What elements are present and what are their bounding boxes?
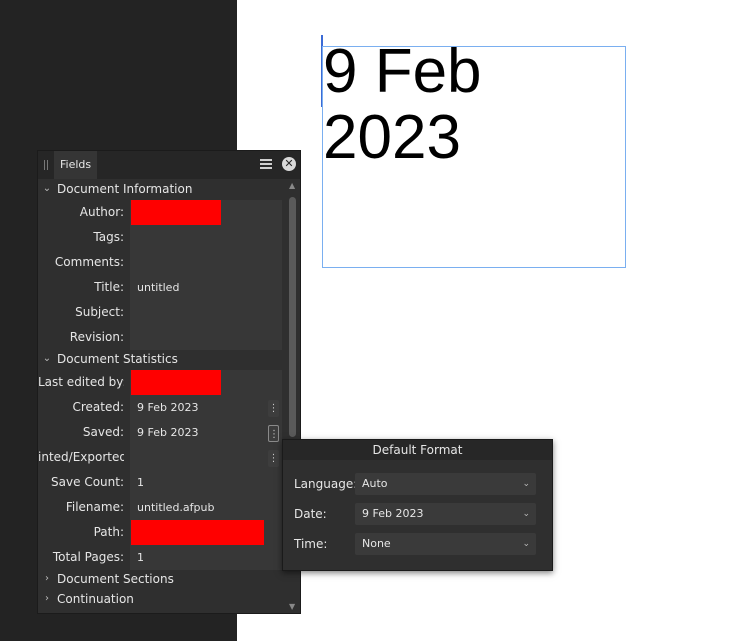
field-row-subject: Subject: — [38, 300, 284, 325]
printed-format-kebab-icon[interactable]: ⋮ — [268, 450, 279, 467]
language-select[interactable]: Auto ⌄ — [355, 473, 536, 495]
select-value: None — [362, 537, 391, 550]
select-value: Auto — [362, 477, 388, 490]
chevron-down-icon: ⌄ — [522, 509, 530, 519]
redaction-block — [131, 520, 264, 546]
select-value: 9 Feb 2023 — [362, 507, 424, 520]
section-title: Document Information — [57, 182, 193, 196]
field-row-comments: Comments: — [38, 250, 284, 275]
field-label: Saved: — [82, 425, 124, 439]
fields-panel: Fields ✕ ⌄ Document Information Author: … — [37, 150, 301, 614]
field-row-created: Created: 9 Feb 2023 ⋮ — [38, 395, 284, 420]
field-row-last-edited-by: Last edited by: — [38, 370, 284, 396]
field-row-tags: Tags: — [38, 225, 284, 250]
tags-field[interactable] — [130, 225, 282, 250]
scroll-down-icon[interactable]: ▼ — [289, 602, 295, 611]
section-document-information[interactable]: ⌄ Document Information — [38, 179, 286, 199]
field-row-title: Title: untitled — [38, 275, 284, 300]
total-pages-field[interactable]: 1 — [130, 545, 282, 570]
format-label: Time: — [294, 537, 328, 551]
default-format-popup: Default Format Language: Auto ⌄ Date: 9 … — [282, 439, 553, 571]
format-row-language: Language: Auto ⌄ — [283, 473, 552, 495]
saved-field[interactable]: 9 Feb 2023 — [130, 420, 282, 445]
popup-title: Default Format — [283, 440, 552, 460]
field-label: Save Count: — [51, 475, 124, 489]
field-row-total-pages: Total Pages: 1 — [38, 545, 284, 570]
field-row-author: Author: — [38, 200, 284, 226]
panel-header: Fields ✕ — [38, 151, 300, 179]
field-label: Filename: — [65, 500, 124, 514]
field-label: Last edited by: — [38, 375, 124, 389]
field-label: Author: — [79, 205, 124, 219]
chevron-down-icon: ⌄ — [522, 479, 530, 489]
printed-exported-field[interactable] — [130, 445, 282, 470]
text-frame-content[interactable]: 9 Feb 2023 — [323, 39, 482, 171]
field-label: Revision: — [69, 330, 124, 344]
field-row-saved: Saved: 9 Feb 2023 ⋮ — [38, 420, 284, 445]
scrollbar-thumb[interactable] — [289, 197, 296, 437]
section-document-sections[interactable]: › Document Sections — [38, 569, 286, 589]
field-label: Comments: — [54, 255, 124, 269]
saved-format-kebab-icon[interactable]: ⋮ — [268, 425, 279, 442]
title-field[interactable]: untitled — [130, 275, 282, 300]
created-field[interactable]: 9 Feb 2023 — [130, 395, 282, 420]
section-title: Document Sections — [57, 572, 174, 586]
section-title: Document Statistics — [57, 352, 178, 366]
drag-handle-icon[interactable] — [44, 159, 50, 171]
redaction-block — [131, 370, 221, 396]
field-label: inted/Exported: — [38, 450, 124, 464]
tab-fields[interactable]: Fields — [54, 151, 98, 179]
field-row-save-count: Save Count: 1 — [38, 470, 284, 495]
field-label: Path: — [93, 525, 124, 539]
save-count-field[interactable]: 1 — [130, 470, 282, 495]
filename-field[interactable]: untitled.afpub — [130, 495, 282, 520]
section-continuation[interactable]: › Continuation — [38, 589, 286, 609]
revision-field[interactable] — [130, 325, 282, 350]
chevron-down-icon: ⌄ — [42, 183, 52, 194]
format-label: Date: — [294, 507, 327, 521]
field-label: Subject: — [75, 305, 124, 319]
created-format-kebab-icon[interactable]: ⋮ — [268, 400, 279, 417]
time-format-select[interactable]: None ⌄ — [355, 533, 536, 555]
text-frame[interactable]: 9 Feb 2023 — [322, 39, 626, 268]
chevron-right-icon: › — [45, 593, 49, 604]
section-title: Continuation — [57, 592, 134, 606]
field-label: Title: — [94, 280, 124, 294]
chevron-right-icon: › — [45, 573, 49, 584]
field-row-revision: Revision: — [38, 325, 284, 350]
chevron-down-icon: ⌄ — [42, 353, 52, 364]
subject-field[interactable] — [130, 300, 282, 325]
redaction-block — [131, 200, 221, 226]
field-label: Created: — [72, 400, 124, 414]
section-document-statistics[interactable]: ⌄ Document Statistics — [38, 349, 286, 369]
format-row-date: Date: 9 Feb 2023 ⌄ — [283, 503, 552, 525]
field-row-path: Path: — [38, 520, 284, 546]
field-label: Tags: — [93, 230, 124, 244]
field-row-printed-exported: inted/Exported: ⋮ — [38, 445, 284, 470]
scroll-up-icon[interactable]: ▲ — [289, 181, 295, 190]
format-row-time: Time: None ⌄ — [283, 533, 552, 555]
format-label: Language: — [294, 477, 358, 491]
field-row-filename: Filename: untitled.afpub — [38, 495, 284, 520]
chevron-down-icon: ⌄ — [522, 539, 530, 549]
field-label: Total Pages: — [52, 550, 124, 564]
close-icon[interactable]: ✕ — [282, 157, 296, 171]
comments-field[interactable] — [130, 250, 282, 275]
date-format-select[interactable]: 9 Feb 2023 ⌄ — [355, 503, 536, 525]
panel-menu-icon[interactable] — [260, 159, 272, 171]
